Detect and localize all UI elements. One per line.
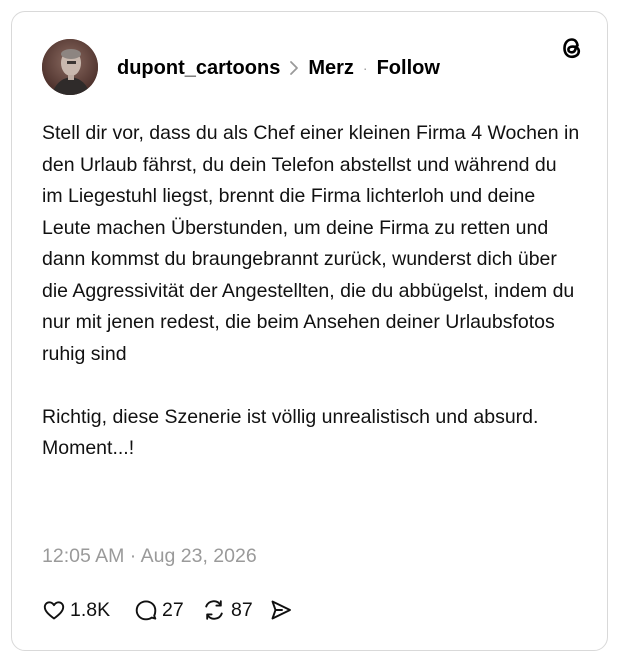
chevron-right-icon	[288, 60, 300, 76]
action-bar: 1.8K 27 87	[42, 595, 293, 625]
separator-dot: ·	[362, 60, 368, 76]
reply-button[interactable]: 27	[134, 598, 201, 622]
share-button[interactable]	[269, 598, 293, 622]
like-button[interactable]: 1.8K	[42, 598, 134, 622]
threads-logo-icon[interactable]	[558, 34, 586, 62]
post-card: dupont_cartoons Merz · Follow Stell dir …	[11, 11, 608, 651]
send-icon	[269, 598, 293, 622]
author-username[interactable]: dupont_cartoons	[117, 57, 280, 80]
post-timestamp[interactable]: 12:05 AM · Aug 23, 2026	[42, 545, 257, 568]
speech-bubble-icon	[134, 598, 158, 622]
post-text: Stell dir vor, dass du als Chef einer kl…	[42, 118, 582, 465]
post-paragraph: Moment...!	[42, 437, 135, 459]
reply-count: 27	[162, 598, 184, 621]
repost-count: 87	[231, 598, 253, 621]
topic-tag[interactable]: Merz	[308, 57, 354, 80]
avatar-image	[42, 39, 98, 95]
avatar[interactable]	[42, 39, 98, 95]
post-paragraph: Stell dir vor, dass du als Chef einer kl…	[42, 122, 580, 365]
follow-button[interactable]: Follow	[377, 57, 440, 80]
heart-icon	[42, 598, 66, 622]
repost-arrows-icon	[201, 598, 227, 622]
like-count: 1.8K	[70, 598, 111, 621]
post-header: dupont_cartoons Merz · Follow	[117, 55, 440, 81]
post-paragraph: Richtig, diese Szenerie ist völlig unrea…	[42, 405, 539, 428]
repost-button[interactable]: 87	[201, 598, 269, 622]
